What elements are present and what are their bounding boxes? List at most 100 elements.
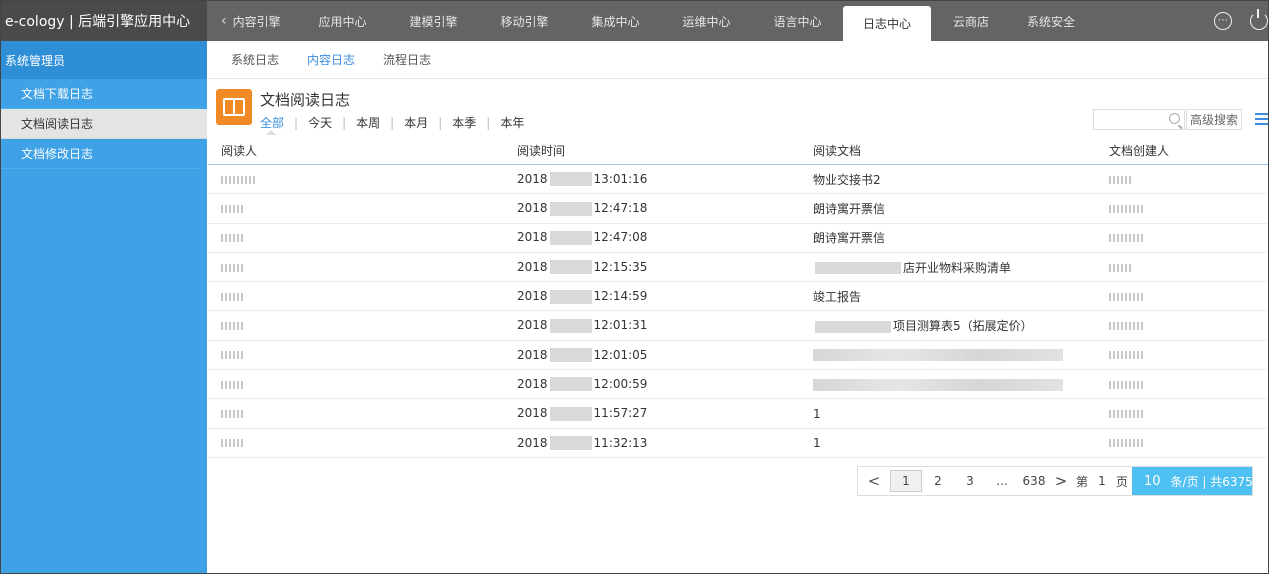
page-3-button[interactable]: 3 [954,467,986,495]
advanced-search-button[interactable]: 高级搜索 [1186,109,1242,130]
nav-tab-app-center[interactable]: 应用中心 [297,1,388,41]
document-title[interactable]: 1 [813,436,821,450]
document-cell[interactable] [800,348,1096,362]
sidebar-item-modify-log[interactable]: 文档修改日志 [1,139,199,169]
creator-cell [1096,201,1268,215]
document-title[interactable]: 物业交接书2 [813,173,881,187]
redacted-document-title [813,349,1063,362]
document-cell[interactable]: 物业交接书2 [800,171,1096,188]
table-row[interactable]: 2018 12:01:05 [208,341,1268,371]
filter-separator: | [342,115,347,130]
reader-cell [208,407,504,421]
read-year: 2018 [517,347,548,362]
nav-tab-modeling-engine[interactable]: 建模引擎 [388,1,479,41]
header-reader[interactable]: 阅读人 [208,142,504,159]
document-cell[interactable]: 朗诗寓开票信 [800,200,1096,217]
read-time: 12:14:59 [593,289,648,304]
search-input[interactable] [1093,109,1185,130]
table-row[interactable]: 2018 12:47:08 朗诗寓开票信 [208,224,1268,253]
page-size-selector[interactable]: 10 条/页 | 共6375条 [1132,467,1252,495]
table-row[interactable]: 2018 12:01:31 项目测算表5（拓展定价） [208,311,1268,341]
table-row[interactable]: 2018 11:32:13 1 [208,429,1268,458]
page-2-button[interactable]: 2 [922,467,954,495]
filter-separator: | [486,115,491,130]
header-read-time[interactable]: 阅读时间 [504,142,800,159]
document-title[interactable]: 竣工报告 [813,290,861,304]
document-cell[interactable]: 1 [800,407,1096,421]
nav-tab-ops-center[interactable]: 运维中心 [661,1,752,41]
search-icon[interactable] [1169,113,1180,124]
document-title[interactable]: 朗诗寓开票信 [813,202,885,216]
document-cell[interactable]: 店开业物料采购清单 [800,259,1096,276]
read-year: 2018 [517,376,548,391]
filter-today[interactable]: 今天 [308,114,332,131]
nav-tab-log-center[interactable]: 日志中心 [843,6,931,41]
header-doc-creator[interactable]: 文档创建人 [1096,142,1268,159]
pagination: < 1 2 3 ... 638 > 第 1 页 10 条/页 | 共6375条 [857,466,1253,496]
sidebar: 系统管理员 文档下载日志 文档阅读日志 文档修改日志 [1,41,207,573]
filter-week[interactable]: 本周 [356,114,380,131]
read-year: 2018 [517,406,548,421]
document-title[interactable]: 店开业物料采购清单 [903,261,1011,275]
subtab-system-log[interactable]: 系统日志 [231,51,279,68]
nav-back-content-engine[interactable]: ‹ 内容引擎 [207,1,297,41]
read-time: 12:47:08 [593,230,648,245]
prev-page-button[interactable]: < [858,467,890,495]
top-bar: e-cology | 后端引擎应用中心 ‹ 内容引擎 应用中心 建模引擎 移动引… [1,1,1268,41]
table-row[interactable]: 2018 13:01:16 物业交接书2 [208,165,1268,195]
nav-tab-language-center[interactable]: 语言中心 [752,1,843,41]
subtab-content-log[interactable]: 内容日志 [307,51,355,68]
document-cell[interactable]: 项目测算表5（拓展定价） [800,317,1096,334]
nav-tab-mobile-engine[interactable]: 移动引擎 [479,1,570,41]
creator-cell [1096,377,1268,391]
table-row[interactable]: 2018 11:57:27 1 [208,399,1268,429]
reader-cell [208,201,504,215]
document-cell[interactable] [800,377,1096,391]
creator-cell [1096,172,1268,186]
sub-tabs: 系统日志 内容日志 流程日志 [208,41,1268,79]
list-view-icon[interactable] [1255,113,1268,125]
nav-tab-system-security[interactable]: 系统安全 [1011,1,1091,41]
app-brand: e-cology | 后端引擎应用中心 [1,1,207,41]
top-icons: ⋯ [1214,1,1268,41]
table-row[interactable]: 2018 12:15:35 店开业物料采购清单 [208,253,1268,283]
document-cell[interactable]: 朗诗寓开票信 [800,229,1096,246]
filter-all[interactable]: 全部 [260,114,284,135]
sidebar-item-read-log[interactable]: 文档阅读日志 [1,109,207,139]
page-size-value[interactable]: 10 [1144,474,1161,489]
sidebar-item-download-log[interactable]: 文档下载日志 [1,79,199,109]
table-row[interactable]: 2018 12:00:59 [208,370,1268,400]
read-time-cell: 2018 12:00:59 [504,377,800,392]
read-time-cell: 2018 12:47:18 [504,201,800,216]
read-year: 2018 [517,318,548,333]
creator-cell [1096,348,1268,362]
goto-page-input[interactable]: 1 [1092,467,1112,495]
more-icon[interactable]: ⋯ [1214,12,1232,30]
document-cell[interactable]: 竣工报告 [800,288,1096,305]
filter-quarter[interactable]: 本季 [452,114,476,131]
document-title[interactable]: 项目测算表5（拓展定价） [893,319,1033,333]
next-page-button[interactable]: > [1050,467,1072,495]
read-year: 2018 [517,435,548,450]
document-title[interactable]: 1 [813,407,821,421]
creator-cell [1096,319,1268,333]
document-cell[interactable]: 1 [800,436,1096,450]
nav-tab-integration-center[interactable]: 集成中心 [570,1,661,41]
subtab-workflow-log[interactable]: 流程日志 [383,51,431,68]
page-size-text: 条/页 | 共6375条 [1170,474,1252,489]
nav-tab-cloud-store[interactable]: 云商店 [931,1,1011,41]
page-1-button[interactable]: 1 [890,470,922,492]
header-document[interactable]: 阅读文档 [800,142,1096,159]
reader-cell [208,377,504,391]
book-icon [216,89,252,125]
read-time-cell: 2018 12:01:05 [504,348,800,363]
read-year: 2018 [517,230,548,245]
filter-month[interactable]: 本月 [404,114,428,131]
document-title[interactable]: 朗诗寓开票信 [813,231,885,245]
table-row[interactable]: 2018 12:47:18 朗诗寓开票信 [208,194,1268,224]
power-icon[interactable] [1250,9,1268,30]
table-row[interactable]: 2018 12:14:59 竣工报告 [208,282,1268,312]
table-header: 阅读人 阅读时间 阅读文档 文档创建人 [208,136,1268,165]
filter-year[interactable]: 本年 [500,114,524,131]
page-last-button[interactable]: 638 [1018,467,1050,495]
